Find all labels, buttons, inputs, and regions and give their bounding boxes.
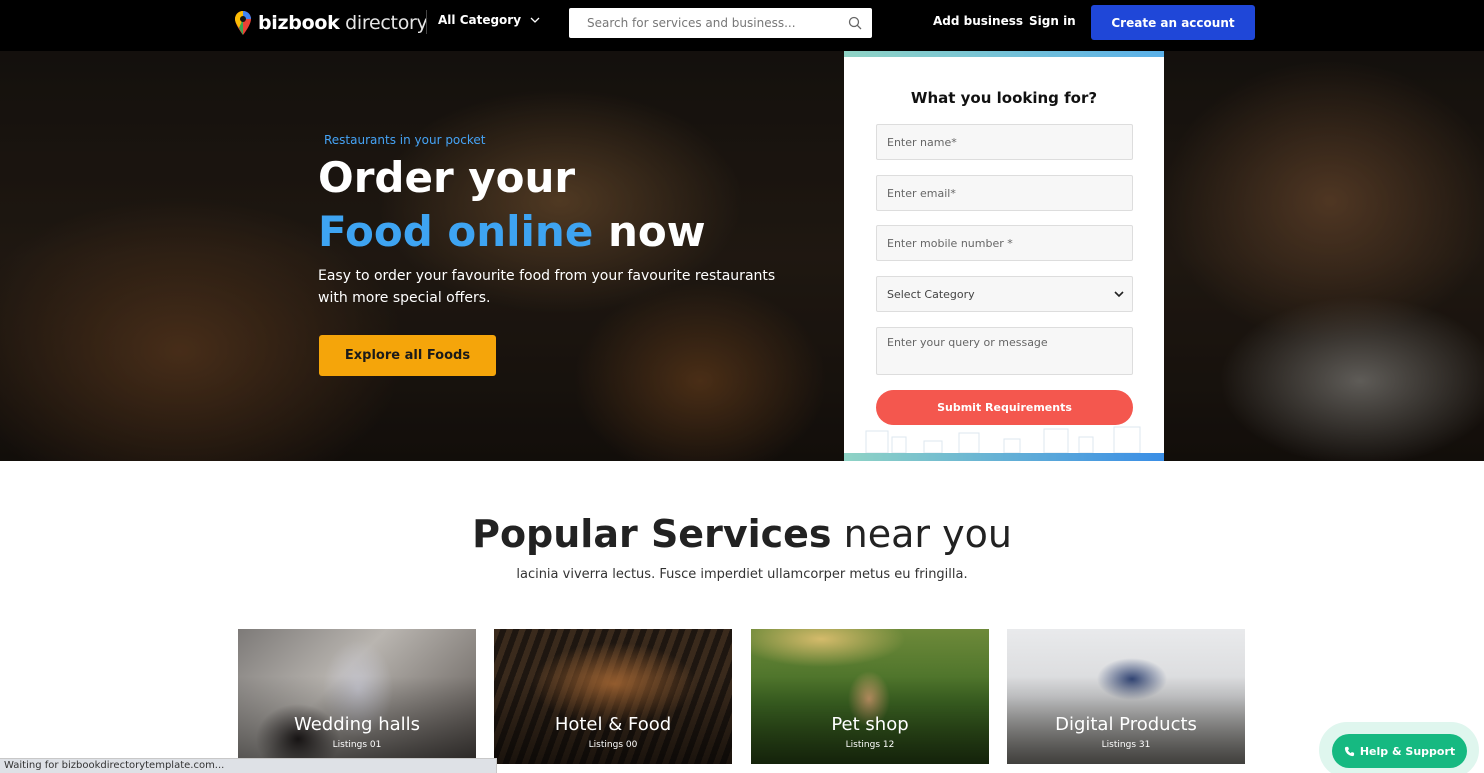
service-card-pet-shop[interactable]: Pet shop Listings 12 bbox=[751, 629, 989, 764]
help-support-button[interactable]: Help & Support bbox=[1332, 734, 1467, 768]
location-pin-icon bbox=[235, 11, 251, 35]
city-skyline-decoration bbox=[865, 426, 1141, 453]
explore-foods-button[interactable]: Explore all Foods bbox=[319, 335, 496, 376]
add-business-link[interactable]: Add business bbox=[933, 14, 1023, 28]
submit-requirements-button[interactable]: Submit Requirements bbox=[876, 390, 1133, 425]
card-title: Hotel & Food bbox=[554, 714, 672, 735]
browser-status-bar: Waiting for bizbookdirectorytemplate.com… bbox=[0, 758, 497, 773]
phone-icon bbox=[1344, 746, 1354, 756]
card-title: Pet shop bbox=[831, 714, 909, 735]
hero-overlay bbox=[0, 51, 1484, 461]
popular-services-subtitle: lacinia viverra lectus. Fusce imperdiet … bbox=[516, 567, 968, 582]
form-top-accent bbox=[844, 51, 1164, 57]
sign-in-link[interactable]: Sign in bbox=[1029, 14, 1076, 28]
service-card-wedding-halls[interactable]: Wedding halls Listings 01 bbox=[238, 629, 476, 764]
name-field[interactable] bbox=[876, 124, 1133, 160]
message-field[interactable] bbox=[876, 327, 1133, 375]
mobile-field[interactable] bbox=[876, 225, 1133, 261]
hero-banner: Restaurants in your pocket Order your Fo… bbox=[0, 51, 1484, 461]
logo-text: bizbook directory bbox=[258, 12, 428, 34]
hero-headline-line2: Food online now bbox=[318, 205, 706, 259]
hero-headline-end: now bbox=[593, 207, 706, 256]
all-category-label: All Category bbox=[438, 13, 522, 27]
nav-divider bbox=[426, 10, 427, 34]
search-bar bbox=[569, 8, 872, 38]
category-select-wrap: Select Category bbox=[876, 276, 1133, 312]
card-listing-count: Listings 31 bbox=[1101, 740, 1151, 750]
card-title: Wedding halls bbox=[293, 714, 421, 735]
search-icon[interactable] bbox=[848, 16, 862, 30]
hero-headline: Order your Food online now bbox=[318, 151, 706, 259]
chevron-down-icon bbox=[530, 17, 540, 23]
hero-headline-line1: Order your bbox=[318, 153, 576, 202]
requirement-form: What you looking for? Select Category Su… bbox=[844, 51, 1164, 461]
card-listing-count: Listings 12 bbox=[845, 740, 895, 750]
hero-tagline: Restaurants in your pocket bbox=[324, 133, 486, 147]
card-listing-count: Listings 01 bbox=[332, 740, 382, 750]
hero-headline-highlight: Food online bbox=[318, 207, 594, 256]
service-card-hotel-food[interactable]: Hotel & Food Listings 00 bbox=[494, 629, 732, 764]
card-listing-count: Listings 00 bbox=[588, 740, 638, 750]
search-input[interactable] bbox=[587, 16, 848, 30]
form-title: What you looking for? bbox=[910, 89, 1098, 107]
popular-services-title: Popular Services near you bbox=[472, 512, 1012, 556]
form-bottom-accent bbox=[844, 453, 1164, 461]
email-field[interactable] bbox=[876, 175, 1133, 211]
help-support-label: Help & Support bbox=[1359, 744, 1456, 758]
all-category-dropdown[interactable]: All Category bbox=[438, 13, 541, 27]
top-nav: bizbook directory All Category Add busin… bbox=[0, 0, 1484, 51]
hero-description: Easy to order your favourite food from y… bbox=[318, 268, 776, 306]
logo[interactable]: bizbook directory bbox=[234, 10, 428, 36]
service-card-digital-products[interactable]: Digital Products Listings 31 bbox=[1007, 629, 1245, 764]
create-account-button[interactable]: Create an account bbox=[1091, 5, 1255, 40]
card-title: Digital Products bbox=[1055, 714, 1197, 735]
category-select[interactable]: Select Category bbox=[876, 276, 1133, 312]
